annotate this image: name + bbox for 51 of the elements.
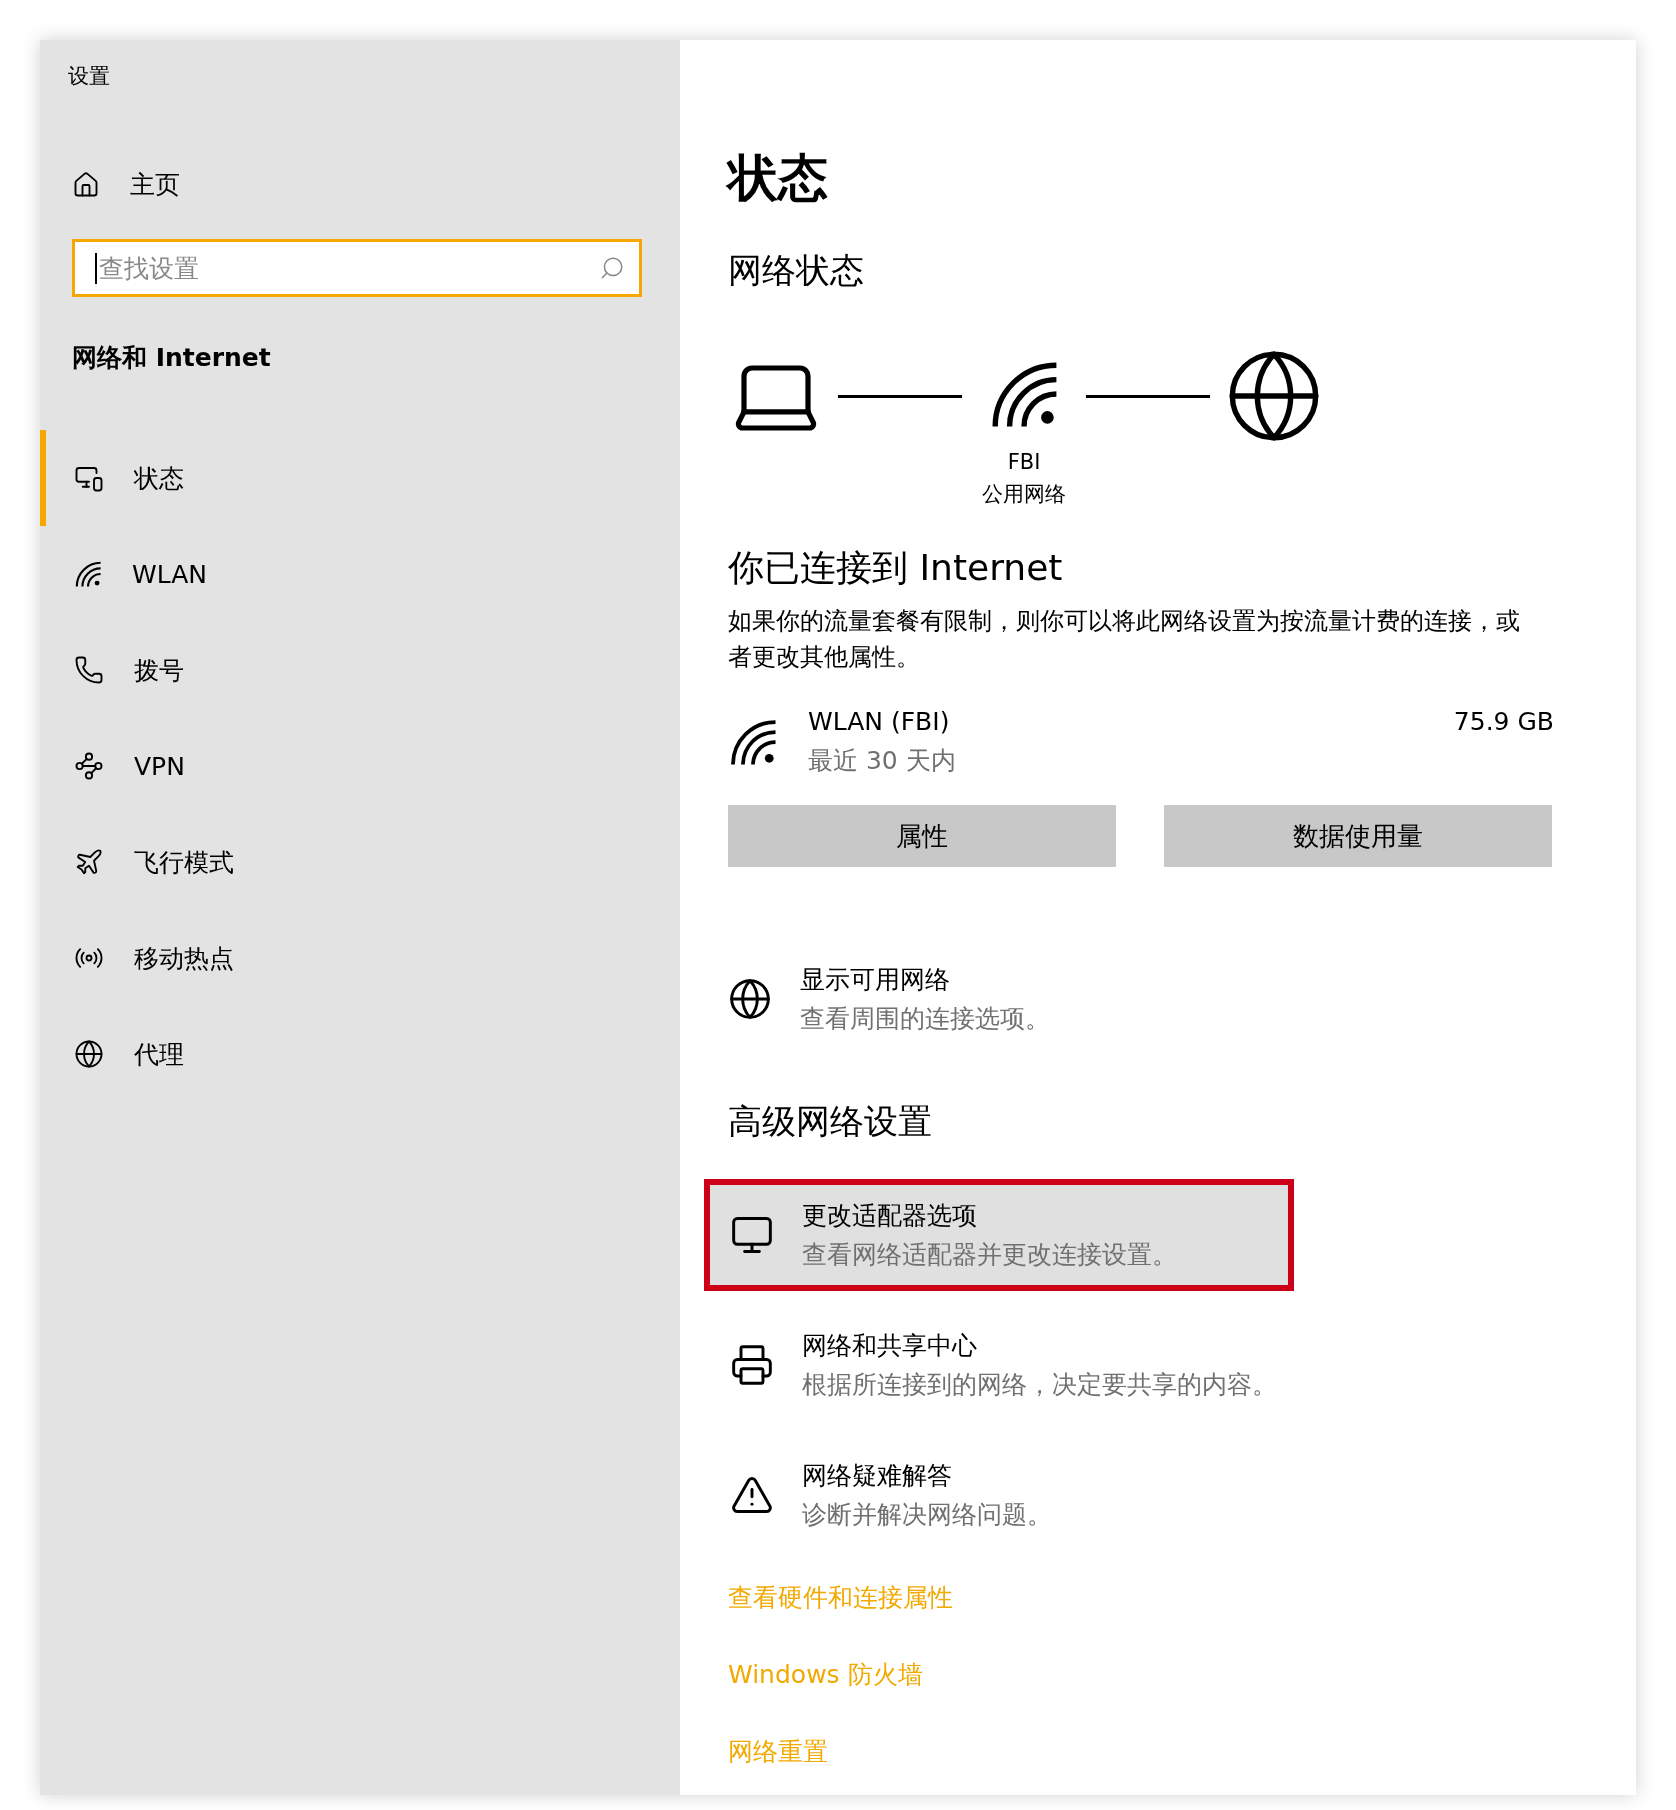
- adapter-name: WLAN (FBI): [808, 707, 951, 736]
- nav-item[interactable]: 拨号: [40, 622, 680, 718]
- option-title: 网络疑难解答: [802, 1460, 953, 1492]
- nav-item[interactable]: 飞行模式: [40, 814, 680, 910]
- connection-heading: 你已连接到 Internet: [728, 546, 1064, 590]
- nav-item[interactable]: WLAN: [40, 526, 680, 622]
- nav-label: 拨号: [134, 654, 184, 687]
- wifi-icon: [728, 717, 778, 767]
- section-heading: 网络和 Internet: [72, 342, 272, 374]
- globe-icon: [728, 977, 772, 1021]
- section-heading: 网络状态: [728, 249, 865, 292]
- option-title: 网络和共享中心: [802, 1330, 978, 1362]
- action-button[interactable]: 属性: [728, 805, 1116, 867]
- search-icon: [599, 255, 625, 281]
- nav-item[interactable]: 代理: [40, 1006, 680, 1102]
- nav-item[interactable]: VPN: [40, 718, 680, 814]
- airplane-icon: [74, 847, 104, 877]
- phone-icon: [74, 655, 104, 685]
- option-description: 诊断并解决网络问题。: [802, 1499, 1052, 1531]
- wifi-icon: [74, 560, 102, 588]
- nav-label: WLAN: [132, 559, 208, 589]
- option-description: 查看网络适配器并更改连接设置。: [802, 1239, 1177, 1271]
- settings-option[interactable]: 更改适配器选项 查看网络适配器并更改连接设置。: [704, 1179, 1294, 1291]
- option-title: 更改适配器选项: [802, 1200, 978, 1232]
- section-heading: 高级网络设置: [728, 1100, 933, 1143]
- search-input[interactable]: 查找设置: [95, 252, 599, 284]
- nav-item[interactable]: 移动热点: [40, 910, 680, 1006]
- home-icon: [72, 170, 100, 199]
- usage-period: 最近 30 天内: [808, 745, 957, 777]
- option-title[interactable]: 显示可用网络: [800, 963, 1050, 996]
- nav-label: 飞行模式: [134, 846, 234, 879]
- home-link[interactable]: 主页: [130, 168, 180, 201]
- page-title: 状态: [728, 148, 829, 209]
- option-description: 根据所连接到的网络，决定要共享的内容。: [802, 1369, 1277, 1401]
- nav-label: 移动热点: [134, 942, 234, 975]
- option-description: 查看周围的连接选项。: [800, 1003, 1050, 1035]
- vpn-icon: [74, 751, 104, 781]
- printer-icon: [730, 1343, 774, 1387]
- window-title: 设置: [68, 63, 111, 90]
- nav-label: 代理: [134, 1038, 184, 1071]
- settings-option[interactable]: 网络和共享中心 根据所连接到的网络，决定要共享的内容。: [704, 1309, 1303, 1421]
- settings-option[interactable]: 网络疑难解答 诊断并解决网络问题。: [704, 1439, 1294, 1551]
- globe-icon: [74, 1039, 104, 1069]
- search-box[interactable]: 查找设置: [72, 239, 642, 297]
- network-name: FBI: [1006, 449, 1042, 476]
- nav-label: VPN: [134, 751, 185, 781]
- data-usage: 75.9 GB: [1453, 707, 1554, 736]
- nav-label: 状态: [134, 462, 184, 495]
- connection-description: 如果你的流量套餐有限制，则你可以将此网络设置为按流量计费的连接，或者更改其他属性。: [728, 606, 1521, 673]
- network-type: 公用网络: [981, 481, 1067, 508]
- action-button[interactable]: 数据使用量: [1164, 805, 1552, 867]
